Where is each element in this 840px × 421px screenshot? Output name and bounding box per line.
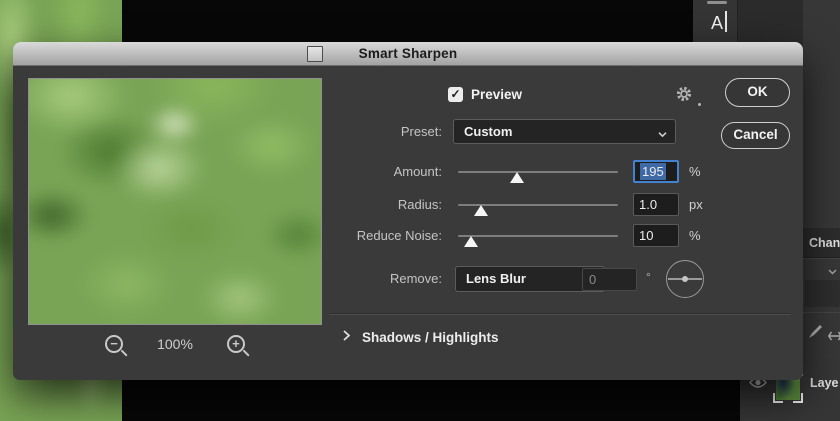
reduce-noise-slider[interactable]: [458, 222, 618, 250]
shadows-highlights-section[interactable]: Shadows / Highlights: [343, 327, 499, 347]
plus-icon: +: [232, 336, 240, 351]
zoom-in-button[interactable]: +: [226, 335, 245, 353]
chevron-right-icon: [343, 328, 351, 346]
dialog-titlebar[interactable]: Smart Sharpen: [13, 42, 803, 66]
slider-thumb[interactable]: [464, 236, 478, 247]
move-arrows-icon[interactable]: [827, 328, 840, 346]
type-cursor-area: A: [711, 11, 728, 34]
amount-value: 195: [640, 163, 666, 180]
slider-thumb[interactable]: [510, 172, 524, 183]
radius-slider[interactable]: [458, 191, 618, 219]
remove-row: Remove: Lens Blur 0 °: [13, 260, 803, 298]
amount-slider[interactable]: [458, 158, 618, 186]
dialog-title: Smart Sharpen: [358, 46, 458, 61]
panel-divider: [803, 258, 840, 259]
panel-divider: [803, 312, 840, 313]
preset-label: Preset:: [400, 124, 442, 139]
preset-dropdown[interactable]: Custom: [453, 119, 676, 144]
channel-row[interactable]: [805, 280, 840, 307]
slider-track: [458, 235, 618, 237]
minus-icon: −: [110, 336, 118, 351]
photoshop-workspace: A Chan Laye Smart Sharpen − 100% + ✓ Pre…: [0, 0, 840, 421]
preview-zoom-controls: − 100% +: [28, 332, 322, 356]
degree-symbol: °: [646, 270, 651, 284]
radius-value: 1.0: [639, 197, 658, 212]
preset-row: Preset: Custom: [13, 119, 803, 145]
radius-unit: px: [689, 197, 703, 212]
amount-row: Amount: 195 %: [13, 158, 803, 186]
reduce-noise-label: Reduce Noise:: [356, 228, 442, 243]
remove-label: Remove:: [389, 271, 442, 286]
reduce-noise-input[interactable]: 10: [633, 224, 679, 247]
chevron-down-icon[interactable]: [828, 262, 837, 280]
brush-icon[interactable]: [807, 323, 824, 345]
zoom-out-button[interactable]: −: [105, 335, 124, 353]
ok-button[interactable]: OK: [725, 78, 790, 107]
amount-label: Amount:: [393, 164, 442, 179]
channels-tab[interactable]: Chan: [803, 228, 840, 258]
section-divider: [330, 314, 790, 315]
smart-sharpen-dialog: Smart Sharpen − 100% + ✓ Preview OK Canc…: [13, 42, 803, 380]
check-icon: ✓: [450, 87, 461, 101]
slider-thumb[interactable]: [474, 205, 488, 216]
shadows-highlights-label: Shadows / Highlights: [362, 329, 499, 345]
radius-row: Radius: 1.0 px: [13, 191, 803, 219]
angle-input[interactable]: 0: [582, 268, 637, 291]
settings-gear-icon[interactable]: [675, 85, 693, 108]
chevron-down-icon: [658, 121, 667, 144]
type-tool-panel: A: [693, 0, 738, 46]
angle-dial[interactable]: [666, 260, 704, 298]
layer-name-label: Laye: [810, 376, 839, 390]
remove-value: Lens Blur: [466, 271, 526, 286]
radius-input[interactable]: 1.0: [633, 193, 679, 216]
gear-menu-dot: [698, 103, 701, 106]
amount-unit: %: [689, 164, 701, 179]
text-caret: [725, 11, 728, 32]
preview-label: Preview: [471, 87, 523, 102]
reduce-noise-row: Reduce Noise: 10 %: [13, 222, 803, 250]
selection-bracket: [773, 393, 783, 403]
panel-grip: [707, 1, 727, 4]
radius-label: Radius:: [397, 197, 442, 212]
zoom-level-label[interactable]: 100%: [157, 336, 193, 352]
selection-bracket: [793, 393, 803, 403]
preview-toggle[interactable]: ✓ Preview: [448, 86, 522, 103]
preset-value: Custom: [464, 124, 513, 139]
slider-track: [458, 171, 618, 173]
amount-input[interactable]: 195: [633, 160, 679, 183]
reduce-noise-value: 10: [639, 228, 654, 243]
reduce-noise-unit: %: [689, 228, 701, 243]
type-letter: A: [711, 13, 724, 33]
preview-checkbox[interactable]: ✓: [448, 87, 463, 102]
